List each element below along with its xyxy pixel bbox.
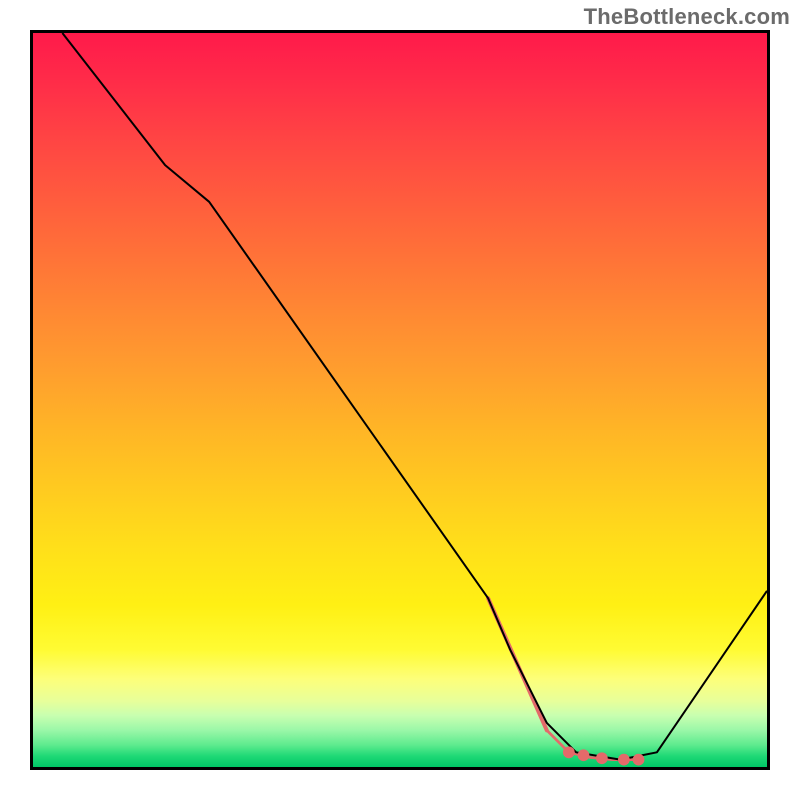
- plot-area: [33, 33, 767, 767]
- highlight-dot: [578, 749, 590, 761]
- watermark-text: TheBottleneck.com: [584, 4, 790, 30]
- chart-border: [30, 30, 770, 770]
- highlight-dot: [596, 752, 608, 764]
- highlight-layer: [488, 598, 635, 759]
- bottleneck-curve-path: [62, 33, 767, 760]
- dots-layer: [563, 746, 644, 765]
- highlight-dot: [633, 754, 645, 766]
- highlight-dot: [618, 754, 630, 766]
- highlight-dot: [563, 746, 575, 758]
- chart-svg: [33, 33, 767, 767]
- highlight-stroke: [488, 598, 635, 759]
- chart-frame: TheBottleneck.com: [0, 0, 800, 800]
- curve-layer: [62, 33, 767, 760]
